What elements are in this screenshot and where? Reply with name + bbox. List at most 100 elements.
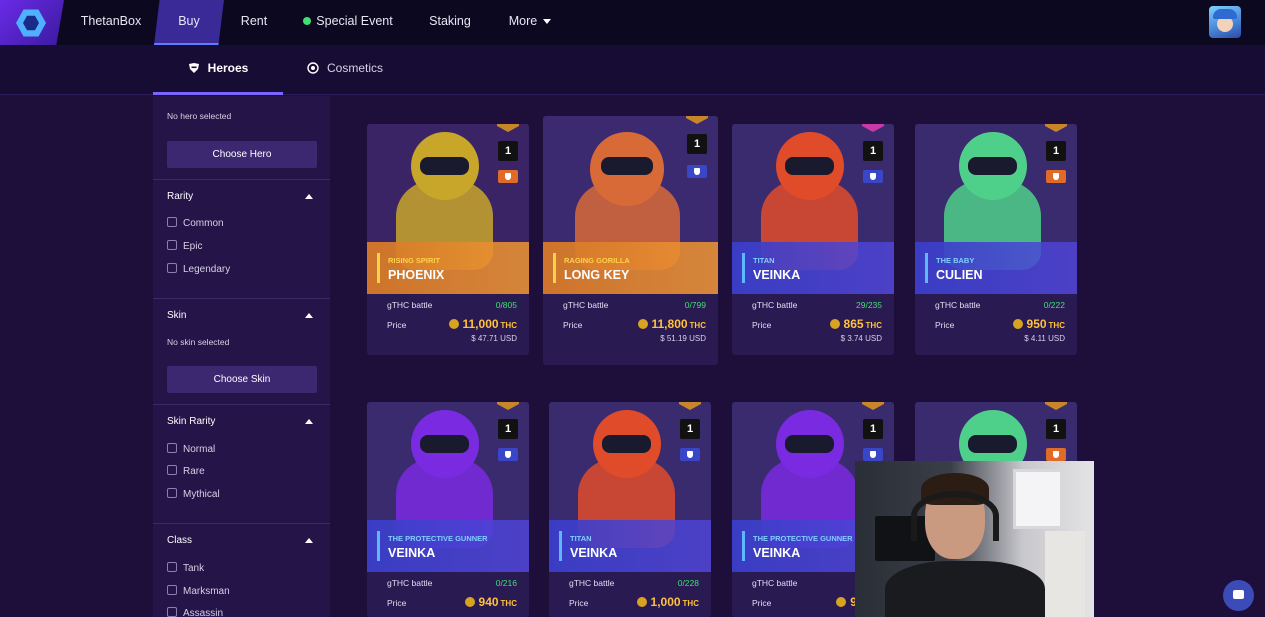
checkbox-label: Epic xyxy=(183,241,203,252)
price-amount: 1,000 xyxy=(650,595,681,609)
class-icon xyxy=(680,448,700,461)
battle-count: 0/799 xyxy=(684,300,706,310)
checkbox-label: Common xyxy=(183,218,224,229)
nav-rent[interactable]: Rent xyxy=(226,0,282,45)
checkbox-marksman[interactable]: Marksman xyxy=(167,585,230,598)
price-label: Price xyxy=(569,598,589,608)
live-dot-icon xyxy=(303,16,312,25)
hero-card[interactable]: H1THE BABYCULIENgTHC battle0/222Price950… xyxy=(915,124,1077,355)
thc-coin-icon xyxy=(464,596,475,607)
choose-skin-button[interactable]: Choose Skin xyxy=(167,366,317,393)
checkbox-box[interactable] xyxy=(167,217,177,228)
hero-helmet-icon xyxy=(188,62,199,73)
price-currency: THC xyxy=(689,321,706,330)
nav-special-event-label: Special Event xyxy=(316,14,393,28)
chevron-up-icon[interactable] xyxy=(305,419,313,424)
band-accent xyxy=(559,531,562,561)
battle-label: gTHC battle xyxy=(752,578,798,588)
user-avatar[interactable] xyxy=(1209,6,1241,38)
nav-special-event[interactable]: Special Event xyxy=(296,0,400,45)
checkbox-common[interactable]: Common xyxy=(167,217,224,230)
battle-label: gTHC battle xyxy=(569,578,615,588)
chevron-up-icon[interactable] xyxy=(305,313,313,318)
choose-hero-button[interactable]: Choose Hero xyxy=(167,141,317,168)
nav-thetanbox-label: ThetanBox xyxy=(80,14,142,28)
hero-card[interactable]: H1TITANVEINKAgTHC battle0/228Price1,000T… xyxy=(549,402,711,617)
price-usd: $ 3.74 USD xyxy=(840,334,882,343)
class-icon xyxy=(498,170,518,183)
class-icon xyxy=(498,448,518,461)
checkbox-label: Rare xyxy=(183,466,205,477)
hero-card[interactable]: G1TITANVEINKAgTHC battle29/235Price865TH… xyxy=(732,124,894,355)
price-label: Price xyxy=(563,320,583,330)
battle-count: 0/805 xyxy=(495,300,517,310)
hero-name-band: TITAN VEINKA xyxy=(732,242,894,294)
band-accent xyxy=(377,531,380,561)
hero-title: THE PROTECTIVE GUNNER xyxy=(753,534,853,543)
checkbox-box[interactable] xyxy=(167,240,177,251)
price-label: Price xyxy=(387,320,407,330)
cosmetics-icon xyxy=(307,62,319,74)
chat-icon[interactable] xyxy=(1223,580,1254,611)
battle-label: gTHC battle xyxy=(935,300,981,310)
skin-heading[interactable]: Skin xyxy=(167,310,186,321)
hero-name: VEINKA xyxy=(753,546,801,560)
hero-visor xyxy=(600,157,654,175)
checkbox-rare[interactable]: Rare xyxy=(167,465,205,478)
app-logo[interactable] xyxy=(0,0,64,45)
nav-more[interactable]: More xyxy=(500,0,560,45)
class-icon xyxy=(863,170,883,183)
hero-name: VEINKA xyxy=(753,268,801,282)
checkbox-epic[interactable]: Epic xyxy=(167,240,203,253)
hero-card[interactable]: H1RISING SPIRITPHOENIXgTHC battle0/805Pr… xyxy=(367,124,529,355)
checkbox-box[interactable] xyxy=(167,607,177,617)
battle-count: 0/222 xyxy=(1043,300,1065,310)
nav-buy-label: Buy xyxy=(178,14,200,28)
hero-card[interactable]: H1RAGING GORILLALONG KEYgTHC battle0/799… xyxy=(543,116,718,365)
tab-cosmetics[interactable]: Cosmetics xyxy=(300,45,390,95)
hero-name: PHOENIX xyxy=(388,268,445,282)
price-amount: 11,800 xyxy=(651,317,688,331)
checkbox-assassin[interactable]: Assassin xyxy=(167,607,224,617)
rarity-heading[interactable]: Rarity xyxy=(167,191,193,202)
hero-name-band: RISING SPIRIT PHOENIX xyxy=(367,242,529,294)
checkbox-box[interactable] xyxy=(167,585,177,596)
checkbox-box[interactable] xyxy=(167,443,177,454)
hero-card[interactable]: H1THE PROTECTIVE GUNNERVEINKAgTHC battle… xyxy=(367,402,529,617)
checkbox-box[interactable] xyxy=(167,488,177,499)
checkbox-label: Assassin xyxy=(183,608,224,617)
tab-heroes[interactable]: Heroes xyxy=(153,45,283,95)
chevron-up-icon[interactable] xyxy=(305,194,313,199)
hero-title: THE PROTECTIVE GUNNER xyxy=(388,534,488,543)
checkbox-label: Mythical xyxy=(183,489,220,500)
skin-rarity-heading[interactable]: Skin Rarity xyxy=(167,416,215,427)
thc-coin-icon xyxy=(836,596,847,607)
top-nav: ThetanBox Buy Rent Special Event Staking… xyxy=(0,0,1265,45)
checkbox-tank[interactable]: Tank xyxy=(167,562,204,575)
hero-name: VEINKA xyxy=(570,546,618,560)
nav-buy[interactable]: Buy xyxy=(154,0,224,45)
checkbox-legendary[interactable]: Legendary xyxy=(167,263,230,276)
chevron-down-icon xyxy=(543,19,552,25)
hero-visor xyxy=(785,157,835,175)
hero-name: CULIEN xyxy=(936,268,983,282)
nav-staking[interactable]: Staking xyxy=(418,0,482,45)
battle-label: gTHC battle xyxy=(563,300,609,310)
checkbox-box[interactable] xyxy=(167,562,177,573)
price-usd: $ 51.19 USD xyxy=(660,334,706,343)
nav-thetanbox[interactable]: ThetanBox xyxy=(70,0,152,45)
checkbox-box[interactable] xyxy=(167,465,177,476)
hero-name-band: TITAN VEINKA xyxy=(549,520,711,572)
checkbox-box[interactable] xyxy=(167,263,177,274)
chevron-up-icon[interactable] xyxy=(305,538,313,543)
webcam-window xyxy=(1013,469,1063,529)
price-value: 1,000 THC xyxy=(636,595,699,609)
class-icon xyxy=(1046,448,1066,461)
class-heading[interactable]: Class xyxy=(167,535,192,546)
price-value: 950 THC xyxy=(1012,317,1065,331)
divider xyxy=(153,298,330,299)
checkbox-mythical[interactable]: Mythical xyxy=(167,488,220,501)
checkbox-normal[interactable]: Normal xyxy=(167,443,215,456)
class-icon xyxy=(1046,170,1066,183)
band-accent xyxy=(553,253,556,283)
